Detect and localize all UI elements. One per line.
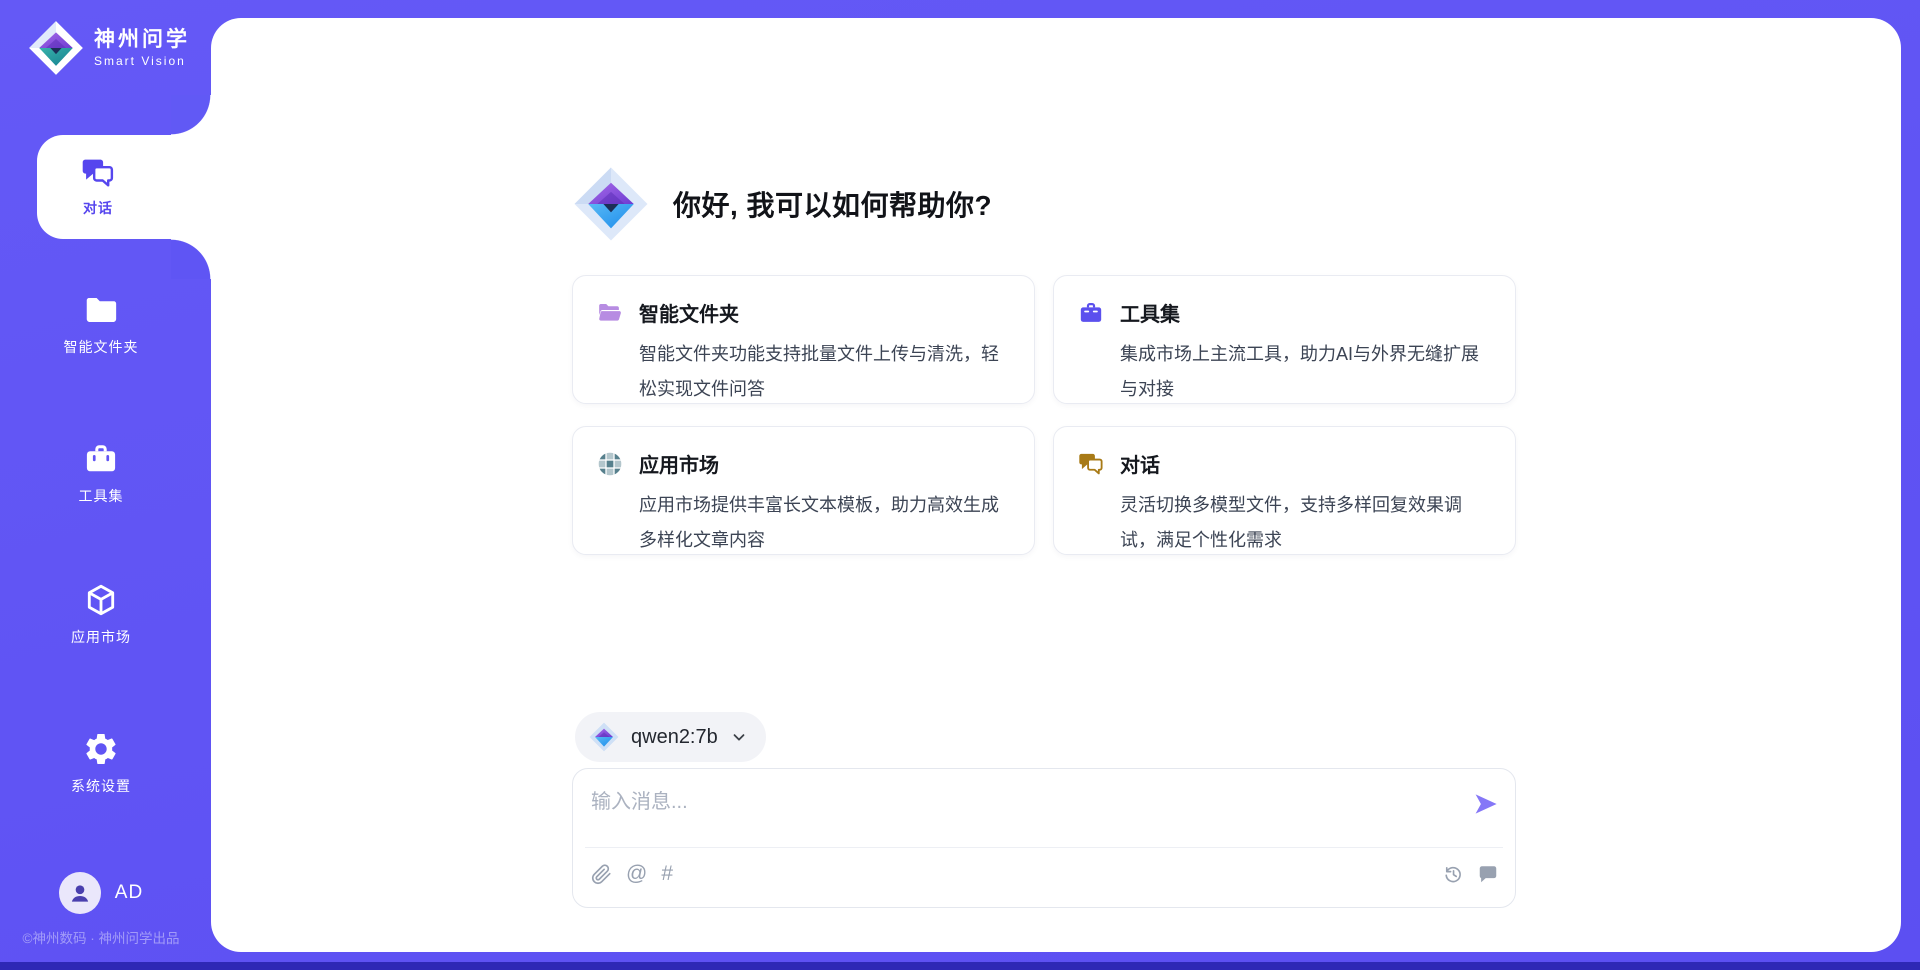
cube-icon [83, 582, 119, 618]
sidebar-item-label: 智能文件夹 [64, 337, 139, 357]
tab-connector-top [171, 95, 211, 135]
sidebar-item-settings[interactable]: 系统设置 [0, 731, 202, 796]
briefcase-icon [83, 441, 119, 477]
card-title: 工具集 [1120, 298, 1180, 327]
logo-diamond-icon [573, 166, 649, 242]
greeting-text: 你好, 我可以如何帮助你? [673, 184, 992, 224]
copyright-footer: ©神州数码 · 神州问学出品 [0, 927, 202, 947]
chat-bubble-icon[interactable] [1477, 863, 1499, 885]
chat-icon [81, 156, 115, 190]
sidebar-item-toolset[interactable]: 工具集 [0, 441, 202, 506]
main-content-panel: 你好, 我可以如何帮助你? 智能文件夹 智能文件夹功能支持批量文件上传与清洗，轻… [211, 18, 1901, 952]
user-avatar-icon [67, 880, 93, 906]
sidebar-item-label: 工具集 [79, 486, 124, 506]
composer-divider [585, 847, 1503, 848]
card-smart-folder[interactable]: 智能文件夹 智能文件夹功能支持批量文件上传与清洗，轻松实现文件问答 [572, 275, 1035, 404]
tab-connector-bottom [171, 239, 211, 279]
folder-open-icon [597, 300, 623, 326]
paperclip-icon[interactable] [591, 864, 612, 885]
avatar [59, 872, 101, 914]
brand: 神州问学 Smart Vision [28, 20, 190, 76]
chat-icon [1078, 451, 1104, 477]
card-title: 智能文件夹 [639, 298, 739, 327]
logo-diamond-icon [589, 722, 619, 752]
message-input[interactable] [589, 783, 1433, 839]
composer: @ # [572, 768, 1516, 908]
user-profile[interactable]: AD [0, 872, 202, 914]
model-name: qwen2:7b [631, 726, 718, 749]
sidebar-item-app-market[interactable]: 应用市场 [0, 582, 202, 647]
card-chat[interactable]: 对话 灵活切换多模型文件，支持多样回复效果调试，满足个性化需求 [1053, 426, 1516, 555]
window-bottom-edge [0, 962, 1920, 970]
gear-icon [83, 731, 119, 767]
model-selector[interactable]: qwen2:7b [575, 712, 766, 762]
grid-globe-icon [597, 451, 623, 477]
card-description: 智能文件夹功能支持批量文件上传与清洗，轻松实现文件问答 [639, 337, 1014, 407]
history-icon[interactable] [1442, 863, 1464, 885]
brand-subtitle: Smart Vision [94, 54, 190, 68]
sidebar-item-smart-folder[interactable]: 智能文件夹 [0, 292, 202, 357]
card-title: 应用市场 [639, 449, 719, 478]
card-description: 集成市场上主流工具，助力AI与外界无缝扩展与对接 [1120, 337, 1495, 407]
composer-tools-right [1442, 863, 1499, 885]
at-icon[interactable]: @ [626, 863, 647, 885]
card-title: 对话 [1120, 449, 1160, 478]
feature-cards: 智能文件夹 智能文件夹功能支持批量文件上传与清洗，轻松实现文件问答 工具集 集成… [572, 275, 1516, 555]
card-app-market[interactable]: 应用市场 应用市场提供丰富长文本模板，助力高效生成多样化文章内容 [572, 426, 1035, 555]
greeting: 你好, 我可以如何帮助你? [573, 166, 992, 242]
brand-title: 神州问学 [94, 28, 190, 51]
sidebar-item-label: 系统设置 [71, 776, 131, 796]
send-icon[interactable] [1473, 791, 1499, 817]
sidebar-item-label: 对话 [83, 198, 113, 218]
card-toolset[interactable]: 工具集 集成市场上主流工具，助力AI与外界无缝扩展与对接 [1053, 275, 1516, 404]
card-description: 应用市场提供丰富长文本模板，助力高效生成多样化文章内容 [639, 488, 1014, 558]
composer-tools-left: @ # [591, 863, 673, 885]
sidebar-item-label: 应用市场 [71, 627, 131, 647]
folder-icon [83, 292, 119, 328]
logo-diamond-icon [28, 20, 84, 76]
card-description: 灵活切换多模型文件，支持多样回复效果调试，满足个性化需求 [1120, 488, 1495, 558]
briefcase-icon [1078, 300, 1104, 326]
sidebar-item-chat[interactable]: 对话 [37, 135, 212, 239]
hash-icon[interactable]: # [661, 863, 673, 885]
chevron-down-icon [730, 728, 748, 746]
user-name: AD [115, 882, 143, 904]
